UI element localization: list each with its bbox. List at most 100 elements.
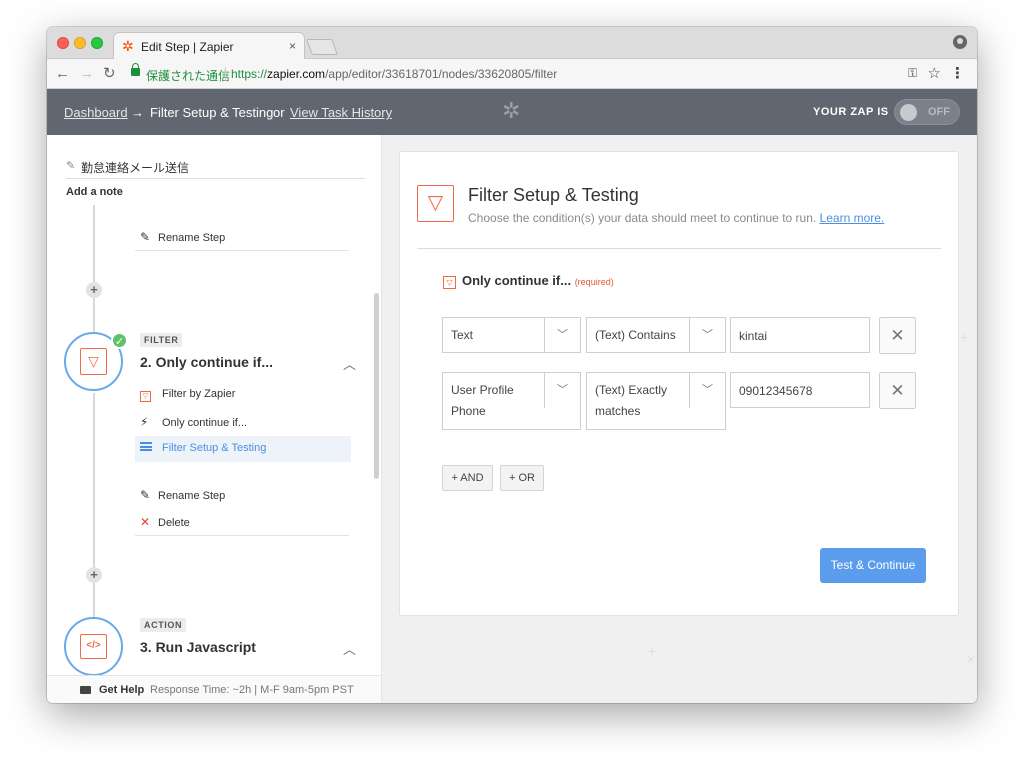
close-window-button[interactable] <box>57 37 69 49</box>
value-input-text: 09012345678 <box>739 384 813 398</box>
chevron-down-icon: ﹀ <box>544 373 580 408</box>
divider <box>135 250 349 251</box>
toggle-state: OFF <box>928 106 950 118</box>
response-time: Response Time: ~2h | M-F 9am-5pm PST <box>150 684 354 696</box>
task-history-link[interactable]: View Task History <box>290 105 392 120</box>
browser-window: ✲ Edit Step | Zapier × ← → ↻ 保護された通信 htt… <box>47 27 977 703</box>
substep-setup[interactable]: Filter Setup & Testing <box>140 442 266 454</box>
chevron-down-icon: ﹀ <box>544 318 580 353</box>
field-select[interactable]: Text ﹀ <box>442 317 581 353</box>
code-icon: </> <box>80 634 107 659</box>
value-input-text: kintai <box>739 329 768 343</box>
operator-select[interactable]: (Text) Exactly matches ﹀ <box>586 372 726 430</box>
remove-condition-x-icon[interactable]: ✕ <box>879 372 916 409</box>
breadcrumb-current: Filter Setup & Testing <box>150 105 274 120</box>
url-scheme: https:// <box>231 67 268 81</box>
sidebar-scrollbar[interactable] <box>374 293 379 479</box>
chevron-down-icon: ﹀ <box>689 318 725 353</box>
browser-tab[interactable]: ✲ Edit Step | Zapier × <box>113 32 305 60</box>
value-input[interactable]: kintai <box>730 317 870 353</box>
address-bar: ← → ↻ 保護された通信 https://zapier.com/app/edi… <box>47 59 977 89</box>
dashboard-link[interactable]: Dashboard <box>64 105 128 120</box>
bookmark-star-icon[interactable]: ☆ <box>928 64 941 82</box>
action-step-title[interactable]: 3. Run Javascript <box>140 639 256 655</box>
operator-select-value: (Text) Contains <box>595 328 676 342</box>
section-title-text: Only continue if... <box>462 273 572 288</box>
delete-step-button[interactable]: ✕ Delete <box>140 515 190 529</box>
pencil-icon: ✎ <box>140 488 151 502</box>
app-header: Dashboard → Filter Setup & Testing or Vi… <box>47 89 977 135</box>
timeline-line <box>93 583 95 617</box>
section-title: Only continue if... (required) <box>462 273 614 288</box>
card-subtitle-text: Choose the condition(s) your data should… <box>468 211 817 225</box>
divider <box>135 535 349 536</box>
rename-step-top[interactable]: ✎ Rename Step <box>140 230 225 244</box>
background-plus-icon: + <box>960 329 969 345</box>
url-path: /app/editor/33618701/nodes/33620805/filt… <box>325 67 558 81</box>
list-icon <box>140 442 152 451</box>
forward-arrow-icon[interactable]: → <box>79 65 94 83</box>
action-step-circle[interactable]: </> <box>64 617 123 676</box>
add-and-button[interactable]: + AND <box>442 465 493 491</box>
filter-step-circle[interactable]: ▽ ✓ <box>64 332 128 391</box>
minimize-window-button[interactable] <box>74 37 86 49</box>
remove-condition-x-icon[interactable]: ✕ <box>879 317 916 354</box>
lightning-icon: ⚡ <box>140 415 149 429</box>
filter-funnel-icon: ▽ <box>80 348 107 375</box>
back-arrow-icon[interactable]: ← <box>55 65 70 83</box>
breadcrumb-or: or <box>273 105 285 120</box>
operator-select-value: (Text) Exactly matches <box>595 383 668 418</box>
card-title: Filter Setup & Testing <box>468 185 639 205</box>
account-icon[interactable] <box>953 35 967 49</box>
get-help-link[interactable]: Get Help <box>99 684 144 696</box>
lock-icon[interactable] <box>131 63 140 76</box>
field-select[interactable]: User Profile Phone ﹀ <box>442 372 581 430</box>
check-icon: ✓ <box>111 332 128 349</box>
tab-bar: ✲ Edit Step | Zapier × <box>47 27 977 60</box>
browser-menu-icon[interactable]: ⋮ <box>950 64 965 82</box>
delete-x-icon: ✕ <box>140 515 151 529</box>
timeline-line <box>93 393 95 571</box>
new-tab-button[interactable] <box>306 39 338 55</box>
step-type-badge: ACTION <box>140 618 187 632</box>
maximize-window-button[interactable] <box>91 37 103 49</box>
rename-step-label: Rename Step <box>158 490 226 502</box>
add-or-button[interactable]: + OR <box>500 465 544 491</box>
filter-funnel-icon: ▽ <box>443 276 456 289</box>
background-plus-icon: + <box>648 643 657 659</box>
filter-step-title[interactable]: 2. Only continue if... <box>140 354 273 370</box>
tab-close-icon[interactable]: × <box>289 39 296 53</box>
substep-trigger-label: Only continue if... <box>162 417 247 429</box>
rename-step-label: Rename Step <box>158 232 226 244</box>
substep-app[interactable]: ▽ Filter by Zapier <box>140 388 235 402</box>
substep-app-label: Filter by Zapier <box>162 388 236 400</box>
background-plus-icon: × <box>967 651 976 667</box>
zap-on-off-toggle[interactable]: OFF <box>894 99 960 125</box>
operator-select[interactable]: (Text) Contains ﹀ <box>586 317 726 353</box>
field-select-value: Text <box>451 328 474 342</box>
url-field[interactable]: https://zapier.com/app/editor/33618701/n… <box>231 67 557 81</box>
substep-setup-label: Filter Setup & Testing <box>162 442 267 454</box>
add-step-plus-icon[interactable]: + <box>86 567 102 583</box>
chevron-up-icon[interactable]: ︿ <box>343 639 356 658</box>
required-label: (required) <box>574 277 614 287</box>
reload-icon[interactable]: ↻ <box>103 65 116 83</box>
add-step-plus-icon[interactable]: + <box>86 282 102 298</box>
filter-funnel-icon: ▽ <box>417 185 454 222</box>
rename-step-button[interactable]: ✎ Rename Step <box>140 488 225 502</box>
step-sidebar: ✎ 勤怠連絡メール送信 Add a note ✎ Rename Step + ▽ … <box>47 135 382 703</box>
substep-trigger[interactable]: ⚡ Only continue if... <box>140 415 247 429</box>
toggle-knob <box>900 104 917 121</box>
key-icon[interactable]: ⚿ <box>908 66 917 81</box>
chevron-down-icon: ﹀ <box>689 373 725 408</box>
test-continue-button[interactable]: Test & Continue <box>820 548 926 583</box>
add-note-link[interactable]: Add a note <box>66 186 123 198</box>
zapier-logo-icon[interactable]: ✲ <box>502 100 520 122</box>
value-input[interactable]: 09012345678 <box>730 372 870 408</box>
step-name-field[interactable]: ✎ 勤怠連絡メール送信 <box>66 157 365 179</box>
secure-label[interactable]: 保護された通信 <box>146 67 230 84</box>
learn-more-link[interactable]: Learn more. <box>820 211 885 225</box>
chevron-up-icon[interactable]: ︿ <box>343 354 356 373</box>
timeline-line <box>93 298 95 332</box>
main-area: + + × + ○ ▽ Filter Setup & Testing Choos… <box>382 135 977 703</box>
